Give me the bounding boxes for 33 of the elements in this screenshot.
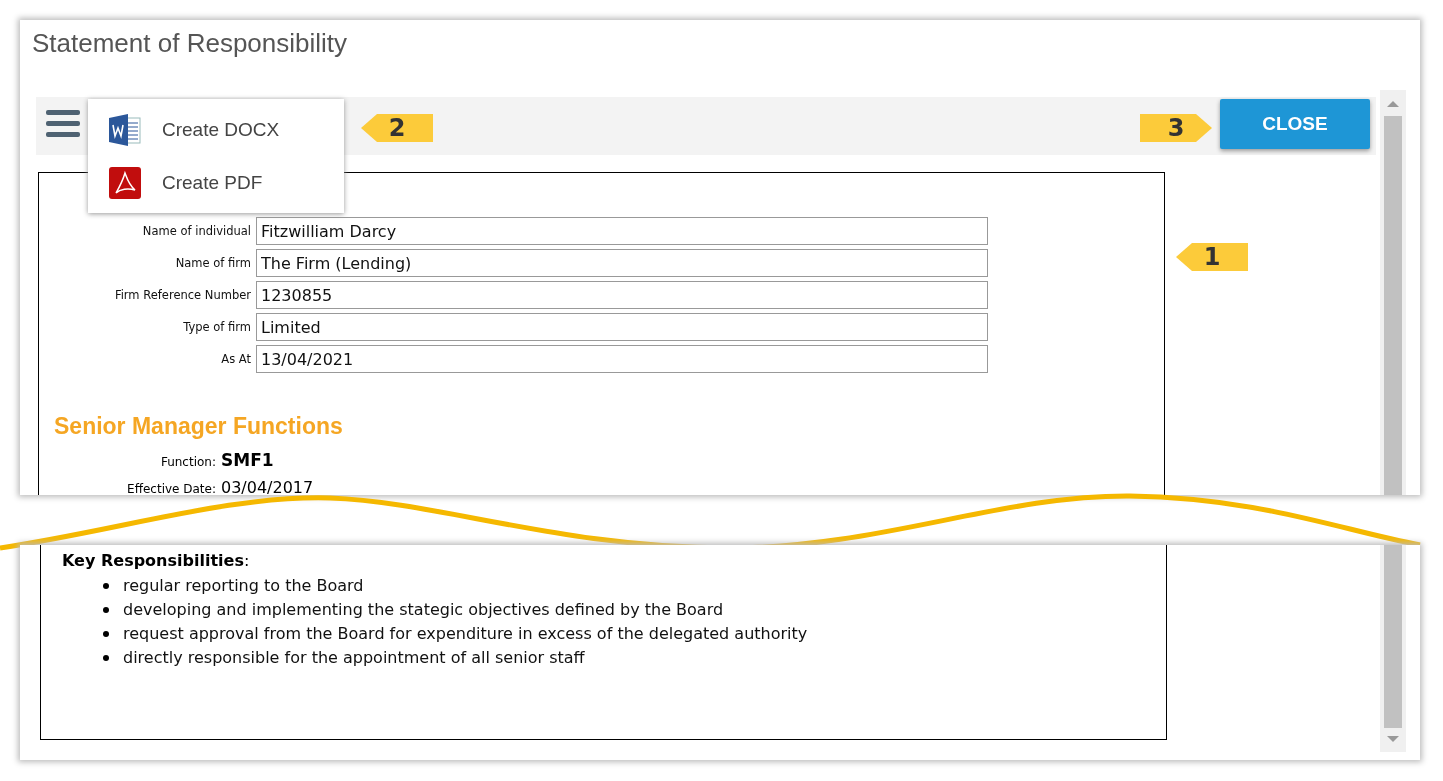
bullet-icon xyxy=(103,582,109,589)
list-item: developing and implementing the stategic objectives defined by the Board xyxy=(123,600,724,619)
input-field[interactable]: The Firm (Lending) xyxy=(256,249,988,277)
bullet-icon xyxy=(103,654,109,661)
bullet-icon xyxy=(103,606,109,613)
callout-marker: 2 xyxy=(361,114,433,142)
menu-item[interactable]: Create DOCX xyxy=(88,104,344,155)
window-title: Statement of Responsibility xyxy=(32,28,348,59)
detail-label: Effective Date: xyxy=(126,482,216,495)
document-icon xyxy=(108,112,142,147)
responsibilities-heading: Key Responsibilities: xyxy=(62,551,250,570)
input-field[interactable]: 1230855 xyxy=(256,281,988,309)
input-field[interactable]: 13/04/2021 xyxy=(256,345,988,373)
pdf-icon xyxy=(108,165,142,200)
menu-item[interactable]: Create PDF xyxy=(88,157,344,208)
input-field[interactable]: Limited xyxy=(256,313,988,341)
callout-marker: 3 xyxy=(1140,114,1212,142)
list-item: directly responsible for the appointment of all senior staff xyxy=(123,648,585,667)
input-field[interactable]: Fitzwilliam Darcy xyxy=(256,217,988,245)
detail-value: SMF1 xyxy=(221,450,274,470)
list-item: regular reporting to the Board xyxy=(123,576,364,595)
section-heading: Senior Manager Functions xyxy=(54,413,343,440)
list-item: request approval from the Board for expenditure in excess of the delegated authority xyxy=(123,624,808,643)
field-label: As At xyxy=(220,352,251,366)
callout-marker: 1 xyxy=(1176,243,1248,271)
field-label: Type of firm xyxy=(182,320,251,334)
bullet-icon xyxy=(103,630,109,637)
field-label: Firm Reference Number xyxy=(113,288,251,302)
field-label: Name of firm xyxy=(174,256,251,270)
detail-value: 03/04/2017 xyxy=(221,478,314,495)
menu-icon[interactable] xyxy=(46,109,80,139)
detail-label: Function: xyxy=(159,455,216,469)
field-label: Name of individual xyxy=(141,224,251,238)
